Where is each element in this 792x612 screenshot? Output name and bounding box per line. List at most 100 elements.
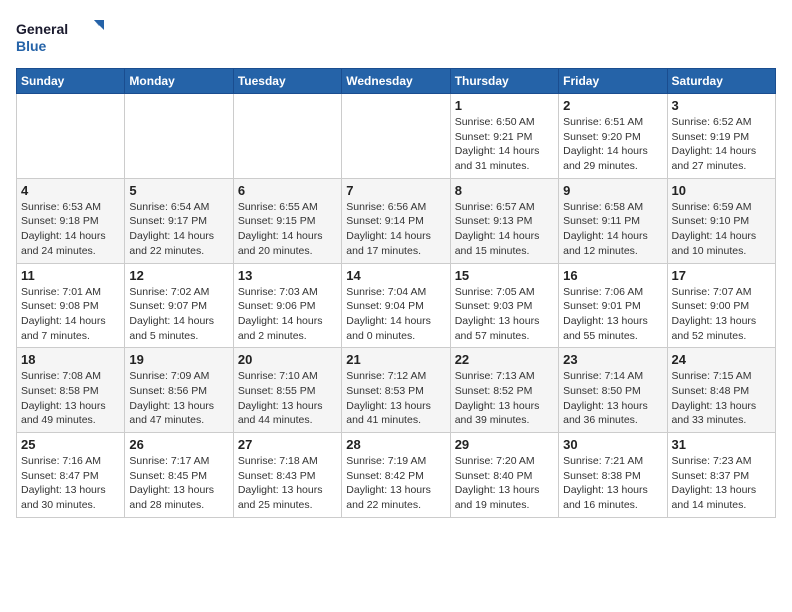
calendar-week-1: 1 Sunrise: 6:50 AMSunset: 9:21 PMDaylight… (17, 94, 776, 179)
calendar-cell: 13 Sunrise: 7:03 AMSunset: 9:06 PMDayligh… (233, 263, 341, 348)
day-info: Sunrise: 7:08 AMSunset: 8:58 PMDaylight:… (21, 369, 120, 428)
day-info: Sunrise: 7:12 AMSunset: 8:53 PMDaylight:… (346, 369, 445, 428)
day-number: 8 (455, 183, 554, 198)
header-friday: Friday (559, 69, 667, 94)
header-thursday: Thursday (450, 69, 558, 94)
calendar-table: SundayMondayTuesdayWednesdayThursdayFrid… (16, 68, 776, 518)
calendar-cell: 25Sunrise: 7:16 AMSunset: 8:47 PMDayligh… (17, 433, 125, 518)
svg-text:General: General (16, 21, 68, 37)
day-number: 29 (455, 437, 554, 452)
header-sunday: Sunday (17, 69, 125, 94)
day-info: Sunrise: 6:57 AMSunset: 9:13 PMDaylight:… (455, 200, 554, 259)
calendar-cell: 29 Sunrise: 7:20 AMSunset: 8:40 PMDayligh… (450, 433, 558, 518)
calendar-cell: 4 Sunrise: 6:53 AMSunset: 9:18 PMDaylight… (17, 178, 125, 263)
calendar-cell: 3 Sunrise: 6:52 AMSunset: 9:19 PMDaylight… (667, 94, 775, 179)
day-number: 3 (672, 98, 771, 113)
calendar-cell: 20 Sunrise: 7:10 AMSunset: 8:55 PMDayligh… (233, 348, 341, 433)
day-info: Sunrise: 7:16 AMSunset: 8:47 PMDaylight:… (21, 454, 120, 513)
calendar-cell: 19 Sunrise: 7:09 AMSunset: 8:56 PMDayligh… (125, 348, 233, 433)
day-info: Sunrise: 6:56 AMSunset: 9:14 PMDaylight:… (346, 200, 445, 259)
day-info: Sunrise: 6:52 AMSunset: 9:19 PMDaylight:… (672, 115, 771, 174)
calendar-cell (17, 94, 125, 179)
calendar-week-3: 11 Sunrise: 7:01 AMSunset: 9:08 PMDayligh… (17, 263, 776, 348)
calendar-cell: 12 Sunrise: 7:02 AMSunset: 9:07 PMDayligh… (125, 263, 233, 348)
day-number: 27 (238, 437, 337, 452)
calendar-cell: 26 Sunrise: 7:17 AMSunset: 8:45 PMDayligh… (125, 433, 233, 518)
day-info: Sunrise: 7:03 AMSunset: 9:06 PMDaylight:… (238, 285, 337, 344)
page-header: General Blue (16, 16, 776, 56)
calendar-cell: 21 Sunrise: 7:12 AMSunset: 8:53 PMDayligh… (342, 348, 450, 433)
day-number: 17 (672, 268, 771, 283)
calendar-week-2: 4 Sunrise: 6:53 AMSunset: 9:18 PMDaylight… (17, 178, 776, 263)
day-number: 10 (672, 183, 771, 198)
day-number: 9 (563, 183, 662, 198)
calendar-cell: 7 Sunrise: 6:56 AMSunset: 9:14 PMDaylight… (342, 178, 450, 263)
calendar-cell: 31Sunrise: 7:23 AMSunset: 8:37 PMDayligh… (667, 433, 775, 518)
calendar-cell: 14Sunrise: 7:04 AMSunset: 9:04 PMDayligh… (342, 263, 450, 348)
header-monday: Monday (125, 69, 233, 94)
logo: General Blue (16, 16, 106, 56)
day-info: Sunrise: 6:50 AMSunset: 9:21 PMDaylight:… (455, 115, 554, 174)
calendar-cell: 15 Sunrise: 7:05 AMSunset: 9:03 PMDayligh… (450, 263, 558, 348)
day-info: Sunrise: 6:58 AMSunset: 9:11 PMDaylight:… (563, 200, 662, 259)
calendar-week-5: 25Sunrise: 7:16 AMSunset: 8:47 PMDayligh… (17, 433, 776, 518)
header-wednesday: Wednesday (342, 69, 450, 94)
day-info: Sunrise: 7:10 AMSunset: 8:55 PMDaylight:… (238, 369, 337, 428)
calendar-cell (125, 94, 233, 179)
day-number: 4 (21, 183, 120, 198)
day-info: Sunrise: 6:54 AMSunset: 9:17 PMDaylight:… (129, 200, 228, 259)
day-number: 2 (563, 98, 662, 113)
calendar-cell: 2 Sunrise: 6:51 AMSunset: 9:20 PMDaylight… (559, 94, 667, 179)
day-number: 12 (129, 268, 228, 283)
day-number: 28 (346, 437, 445, 452)
day-number: 15 (455, 268, 554, 283)
calendar-cell (342, 94, 450, 179)
calendar-cell: 6Sunrise: 6:55 AMSunset: 9:15 PMDaylight… (233, 178, 341, 263)
calendar-cell: 28 Sunrise: 7:19 AMSunset: 8:42 PMDayligh… (342, 433, 450, 518)
day-info: Sunrise: 7:07 AMSunset: 9:00 PMDaylight:… (672, 285, 771, 344)
calendar-cell: 1 Sunrise: 6:50 AMSunset: 9:21 PMDaylight… (450, 94, 558, 179)
day-info: Sunrise: 7:15 AMSunset: 8:48 PMDaylight:… (672, 369, 771, 428)
day-info: Sunrise: 6:53 AMSunset: 9:18 PMDaylight:… (21, 200, 120, 259)
day-number: 16 (563, 268, 662, 283)
calendar-cell: 8 Sunrise: 6:57 AMSunset: 9:13 PMDaylight… (450, 178, 558, 263)
day-info: Sunrise: 6:55 AMSunset: 9:15 PMDaylight:… (238, 200, 337, 259)
day-info: Sunrise: 7:19 AMSunset: 8:42 PMDaylight:… (346, 454, 445, 513)
day-info: Sunrise: 7:06 AMSunset: 9:01 PMDaylight:… (563, 285, 662, 344)
day-info: Sunrise: 6:51 AMSunset: 9:20 PMDaylight:… (563, 115, 662, 174)
day-info: Sunrise: 7:04 AMSunset: 9:04 PMDaylight:… (346, 285, 445, 344)
day-number: 20 (238, 352, 337, 367)
day-number: 11 (21, 268, 120, 283)
day-info: Sunrise: 7:05 AMSunset: 9:03 PMDaylight:… (455, 285, 554, 344)
day-number: 5 (129, 183, 228, 198)
day-number: 26 (129, 437, 228, 452)
day-info: Sunrise: 7:20 AMSunset: 8:40 PMDaylight:… (455, 454, 554, 513)
calendar-cell: 27Sunrise: 7:18 AMSunset: 8:43 PMDayligh… (233, 433, 341, 518)
day-number: 18 (21, 352, 120, 367)
day-number: 13 (238, 268, 337, 283)
calendar-cell: 30 Sunrise: 7:21 AMSunset: 8:38 PMDayligh… (559, 433, 667, 518)
day-info: Sunrise: 7:02 AMSunset: 9:07 PMDaylight:… (129, 285, 228, 344)
day-number: 23 (563, 352, 662, 367)
day-number: 24 (672, 352, 771, 367)
day-info: Sunrise: 7:01 AMSunset: 9:08 PMDaylight:… (21, 285, 120, 344)
day-number: 19 (129, 352, 228, 367)
day-info: Sunrise: 6:59 AMSunset: 9:10 PMDaylight:… (672, 200, 771, 259)
day-number: 21 (346, 352, 445, 367)
day-info: Sunrise: 7:17 AMSunset: 8:45 PMDaylight:… (129, 454, 228, 513)
day-number: 7 (346, 183, 445, 198)
day-number: 31 (672, 437, 771, 452)
day-number: 30 (563, 437, 662, 452)
calendar-cell: 24 Sunrise: 7:15 AMSunset: 8:48 PMDayligh… (667, 348, 775, 433)
calendar-cell: 10 Sunrise: 6:59 AMSunset: 9:10 PMDayligh… (667, 178, 775, 263)
day-info: Sunrise: 7:21 AMSunset: 8:38 PMDaylight:… (563, 454, 662, 513)
day-number: 22 (455, 352, 554, 367)
header-tuesday: Tuesday (233, 69, 341, 94)
calendar-cell: 11 Sunrise: 7:01 AMSunset: 9:08 PMDayligh… (17, 263, 125, 348)
calendar-week-4: 18 Sunrise: 7:08 AMSunset: 8:58 PMDayligh… (17, 348, 776, 433)
day-number: 1 (455, 98, 554, 113)
calendar-header-row: SundayMondayTuesdayWednesdayThursdayFrid… (17, 69, 776, 94)
calendar-cell: 23Sunrise: 7:14 AMSunset: 8:50 PMDayligh… (559, 348, 667, 433)
calendar-cell: 5 Sunrise: 6:54 AMSunset: 9:17 PMDaylight… (125, 178, 233, 263)
day-info: Sunrise: 7:09 AMSunset: 8:56 PMDaylight:… (129, 369, 228, 428)
